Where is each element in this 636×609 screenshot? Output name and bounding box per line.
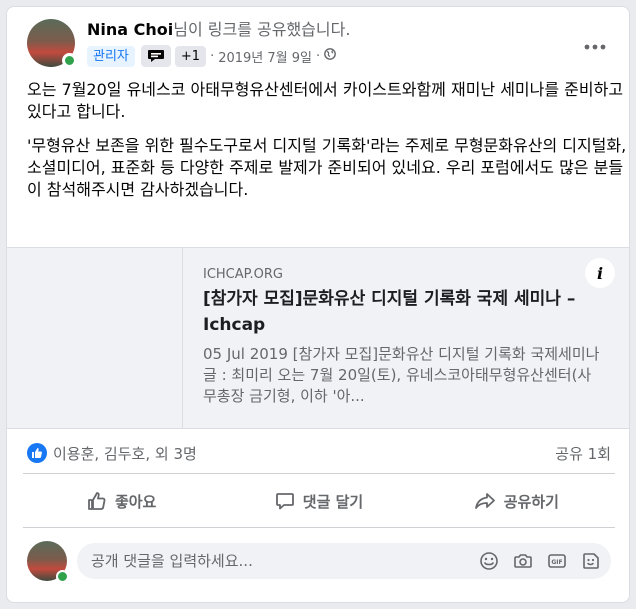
online-status-dot xyxy=(56,570,69,583)
post-actions: 좋아요 댓글 달기 공유하기 xyxy=(23,479,615,523)
post-text: 오는 7월20일 유네스코 아태무형유산센터에서 카이스트와함께 재미난 세미나… xyxy=(27,79,627,213)
reactions-row: 이용훈, 김두호, 외 3명 공유 1회 xyxy=(27,433,611,473)
link-domain: ICHCAP.ORG xyxy=(203,267,283,282)
more-badges-count[interactable]: +1 xyxy=(174,45,207,67)
comment-tools: GIF xyxy=(467,549,603,573)
comment-icon xyxy=(275,493,294,510)
post-card: Nina Choi님이 링크를 공유했습니다. 관리자 +1 · 2019년 7… xyxy=(6,6,630,603)
like-button[interactable]: 좋아요 xyxy=(23,479,220,523)
commenter-avatar[interactable] xyxy=(27,541,69,583)
like-label: 좋아요 xyxy=(114,492,157,511)
emoji-icon[interactable] xyxy=(477,549,501,573)
camera-icon[interactable] xyxy=(511,549,535,573)
comment-composer: GIF xyxy=(27,539,617,583)
share-action-text: 님이 링크를 공유했습니다. xyxy=(173,20,351,39)
author-avatar[interactable] xyxy=(27,19,77,68)
ellipsis-icon xyxy=(584,44,606,50)
meta-separator: · xyxy=(315,48,321,64)
share-count[interactable]: 공유 1회 xyxy=(555,443,611,464)
admin-badge[interactable]: 관리자 xyxy=(87,45,135,67)
thumbs-up-icon xyxy=(88,492,106,510)
divider xyxy=(23,527,615,528)
share-label: 공유하기 xyxy=(503,492,559,511)
meta-separator: · xyxy=(210,48,215,64)
sticker-icon[interactable] xyxy=(579,549,603,573)
post-date[interactable]: 2019년 7월 9일 xyxy=(218,47,312,66)
link-title[interactable]: [참가자 모집]문화유산 디지털 기록화 국제 세미나 – Ichcap xyxy=(203,286,603,338)
comment-box[interactable]: GIF xyxy=(77,543,611,579)
gif-icon[interactable]: GIF xyxy=(545,549,569,573)
post-header: Nina Choi님이 링크를 공유했습니다. 관리자 +1 · 2019년 7… xyxy=(7,7,629,77)
globe-icon xyxy=(324,48,337,64)
more-options-button[interactable] xyxy=(577,29,613,65)
author-line: Nina Choi님이 링크를 공유했습니다. xyxy=(87,19,350,41)
post-paragraph: 오는 7월20일 유네스코 아태무형유산센터에서 카이스트와함께 재미난 세미나… xyxy=(27,80,624,121)
post-meta: 관리자 +1 · 2019년 7월 9일 · xyxy=(87,45,337,67)
comment-button[interactable]: 댓글 달기 xyxy=(220,479,417,523)
share-arrow-icon xyxy=(474,493,495,509)
link-description: 05 Jul 2019 [참가자 모집]문화유산 디지털 기록화 국제세미나 글… xyxy=(203,345,600,405)
author-name[interactable]: Nina Choi xyxy=(87,20,173,39)
like-reaction-icon xyxy=(27,443,47,463)
reaction-summary[interactable]: 이용훈, 김두호, 외 3명 xyxy=(27,443,197,464)
comment-input[interactable] xyxy=(91,552,461,570)
share-button[interactable]: 공유하기 xyxy=(418,479,615,523)
info-icon[interactable]: i xyxy=(585,258,615,288)
reaction-names[interactable]: 이용훈, 김두호, 외 3명 xyxy=(53,443,197,464)
post-paragraph: '무형유산 보존을 위한 필수도구로서 디지털 기록화'라는 주제로 무형문화유… xyxy=(27,136,627,199)
svg-text:GIF: GIF xyxy=(551,559,562,566)
comment-label: 댓글 달기 xyxy=(302,492,364,511)
divider xyxy=(23,473,615,474)
link-thumbnail[interactable] xyxy=(7,248,183,428)
chat-badge-icon[interactable] xyxy=(140,45,171,67)
online-status-dot xyxy=(62,53,77,68)
link-body[interactable]: ICHCAP.ORG [참가자 모집]문화유산 디지털 기록화 국제 세미나 –… xyxy=(203,266,603,407)
link-preview[interactable]: ICHCAP.ORG [참가자 모집]문화유산 디지털 기록화 국제 세미나 –… xyxy=(7,247,629,429)
